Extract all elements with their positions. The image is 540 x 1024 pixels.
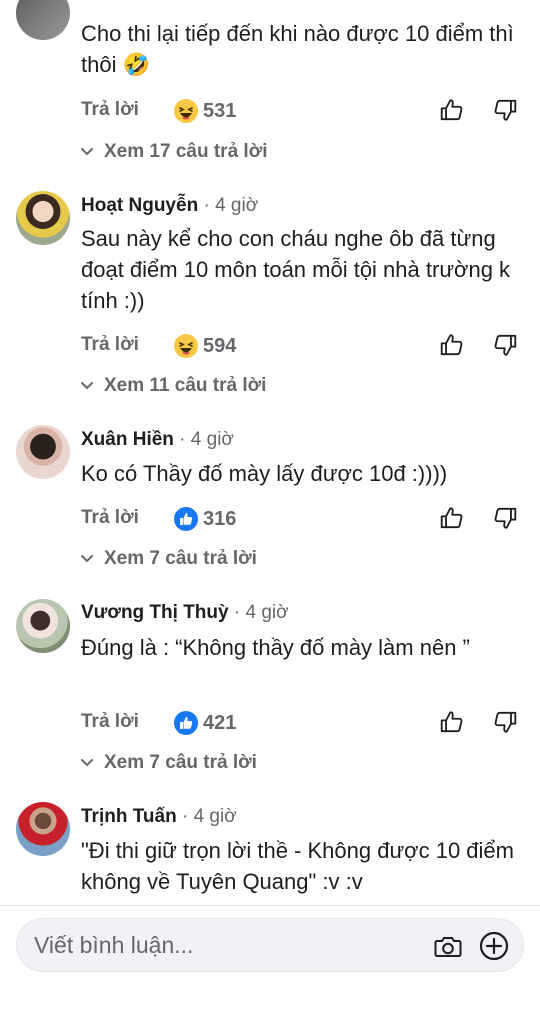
comment-actions: Trả lời 316 (81, 505, 520, 535)
avatar[interactable] (16, 425, 70, 479)
see-replies-link[interactable]: Xem 11 câu trả lời (80, 375, 266, 397)
see-replies-label: Xem 11 câu trả lời (104, 375, 267, 396)
see-replies-label: Xem 17 câu trả lời (104, 141, 268, 162)
like-icon[interactable] (439, 505, 465, 531)
avatar[interactable] (16, 0, 70, 40)
add-circle-icon[interactable] (479, 931, 509, 961)
comment-input[interactable]: Viết bình luận... (16, 918, 524, 972)
reaction-count: 316 (203, 507, 237, 530)
reply-button[interactable]: Trả lời (81, 711, 139, 733)
dislike-icon[interactable] (492, 332, 518, 358)
avatar[interactable] (16, 191, 70, 245)
comment-time: · 4 giờ (173, 429, 234, 450)
comment-actions: Trả lời 531 (81, 97, 520, 127)
comment-actions: Trả lời 594 (81, 332, 520, 362)
author-name[interactable]: Trịnh Tuấn (81, 806, 177, 827)
see-replies-link[interactable]: Xem 17 câu trả lời (80, 141, 267, 163)
chevron-down-icon (81, 382, 93, 390)
comment-input-placeholder: Viết bình luận... (34, 932, 194, 958)
comment-composer-bar: Viết bình luận... (0, 905, 540, 1024)
like-icon[interactable] (439, 709, 465, 735)
see-replies-link[interactable]: Xem 7 câu trả lời (80, 752, 257, 774)
like-icon[interactable] (439, 97, 465, 123)
comment-author-line: Vương Thị Thuỳ · 4 giờ (81, 602, 289, 624)
reaction-count: 421 (203, 711, 237, 734)
comment-text: Cho thi lại tiếp đến khi nào được 10 điể… (81, 21, 514, 77)
author-name[interactable]: Hoạt Nguyễn (81, 195, 198, 216)
author-name[interactable]: Vương Thị Thuỳ (81, 602, 229, 623)
comment-author-line: Xuân Hiền · 4 giờ (81, 429, 234, 451)
haha-icon (174, 334, 198, 358)
avatar[interactable] (16, 599, 70, 653)
like-icon (174, 507, 198, 531)
comment-text: Đúng là : “Không thầy đố mày làm nên ” (81, 635, 470, 660)
dislike-icon[interactable] (492, 709, 518, 735)
comment-actions: Trả lời 421 (81, 709, 520, 739)
reply-button[interactable]: Trả lời (81, 334, 139, 356)
author-name[interactable]: Xuân Hiền (81, 429, 174, 450)
reaction-count: 594 (203, 334, 237, 357)
see-replies-link[interactable]: Xem 7 câu trả lời (80, 548, 257, 570)
like-icon (174, 711, 198, 735)
chevron-down-icon (81, 759, 93, 767)
comment-author-line: Trịnh Tuấn · 4 giờ (81, 806, 237, 828)
reaction-summary[interactable]: 421 (173, 709, 236, 737)
camera-icon[interactable] (433, 931, 463, 961)
comment-time: · 4 giờ (198, 195, 259, 216)
chevron-down-icon (81, 555, 93, 563)
see-replies-label: Xem 7 câu trả lời (104, 548, 257, 569)
chevron-down-icon (81, 148, 93, 156)
dislike-icon[interactable] (492, 97, 518, 123)
dislike-icon[interactable] (492, 505, 518, 531)
comment-text: Sau này kể cho con cháu nghe ôb đã từng … (81, 226, 511, 313)
reaction-summary[interactable]: 531 (173, 97, 236, 125)
reaction-count: 531 (203, 99, 237, 122)
see-replies-label: Xem 7 câu trả lời (104, 752, 257, 773)
reaction-summary[interactable]: 594 (173, 332, 236, 360)
reaction-summary[interactable]: 316 (173, 505, 236, 533)
reply-button[interactable]: Trả lời (81, 99, 139, 121)
comment-text: "Đi thi giữ trọn lời thề - Không được 10… (81, 838, 514, 894)
comment-time: · 4 giờ (176, 806, 237, 827)
comment-author-line: Hoạt Nguyễn · 4 giờ (81, 195, 258, 217)
comment-text: Ko có Thầy đố mày lấy được 10đ :)))) (81, 461, 448, 486)
haha-icon (174, 99, 198, 123)
like-icon[interactable] (439, 332, 465, 358)
avatar[interactable] (16, 802, 70, 856)
reply-button[interactable]: Trả lời (81, 507, 139, 529)
comment-time: · 4 giờ (228, 602, 289, 623)
comment-list: Cho thi lại tiếp đến khi nào được 10 điể… (0, 0, 540, 905)
